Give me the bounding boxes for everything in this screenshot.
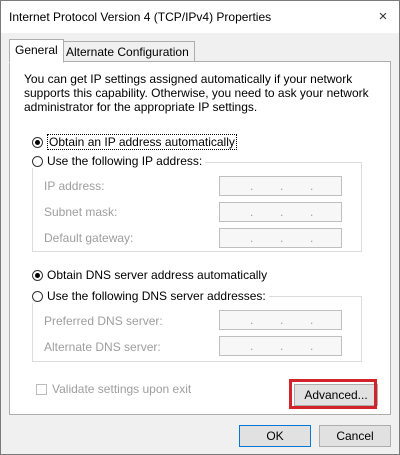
radio-indicator — [32, 136, 43, 148]
ok-button[interactable]: OK — [239, 425, 311, 447]
radio-indicator — [32, 155, 43, 167]
subnet-mask-label: Subnet mask: — [44, 205, 118, 219]
preferred-dns-field[interactable]: ... — [219, 310, 342, 330]
obtain-ip-auto-radio[interactable]: Obtain an IP address automatically — [32, 134, 237, 150]
advanced-button-highlight — [289, 379, 377, 409]
general-panel: You can get IP settings assigned automat… — [9, 61, 391, 415]
ip-address-field[interactable]: ... — [219, 176, 342, 196]
preferred-dns-label: Preferred DNS server: — [44, 314, 163, 328]
description-text: You can get IP settings assigned automat… — [24, 72, 369, 114]
dialog-title: Internet Protocol Version 4 (TCP/IPv4) P… — [9, 10, 272, 24]
default-gateway-label: Default gateway: — [44, 231, 134, 245]
radio-indicator — [32, 290, 43, 302]
use-following-ip-label: Use the following IP address: — [47, 154, 203, 168]
tab-general[interactable]: General — [9, 39, 64, 63]
close-icon[interactable]: × — [371, 5, 395, 29]
cancel-button[interactable]: Cancel — [319, 425, 391, 447]
obtain-dns-auto-label: Obtain DNS server address automatically — [47, 268, 268, 282]
use-following-dns-radio[interactable]: Use the following DNS server addresses: — [32, 289, 269, 303]
ip-address-label: IP address: — [44, 179, 105, 193]
checkbox-indicator — [36, 383, 47, 395]
radio-indicator — [32, 269, 43, 281]
subnet-mask-field[interactable]: ... — [219, 202, 342, 222]
default-gateway-field[interactable]: ... — [219, 228, 342, 248]
obtain-ip-auto-label: Obtain an IP address automatically — [47, 134, 237, 150]
use-following-ip-radio[interactable]: Use the following IP address: — [32, 154, 206, 168]
properties-dialog: Internet Protocol Version 4 (TCP/IPv4) P… — [0, 0, 400, 455]
obtain-dns-auto-radio[interactable]: Obtain DNS server address automatically — [32, 268, 267, 282]
alternate-dns-label: Alternate DNS server: — [44, 340, 161, 354]
title-bar[interactable]: Internet Protocol Version 4 (TCP/IPv4) P… — [1, 1, 399, 33]
validate-settings-checkbox[interactable]: Validate settings upon exit — [36, 382, 191, 396]
use-following-dns-label: Use the following DNS server addresses: — [47, 289, 266, 303]
alternate-dns-field[interactable]: ... — [219, 336, 342, 356]
tab-alternate-configuration[interactable]: Alternate Configuration — [60, 41, 195, 63]
validate-settings-label: Validate settings upon exit — [52, 382, 192, 396]
